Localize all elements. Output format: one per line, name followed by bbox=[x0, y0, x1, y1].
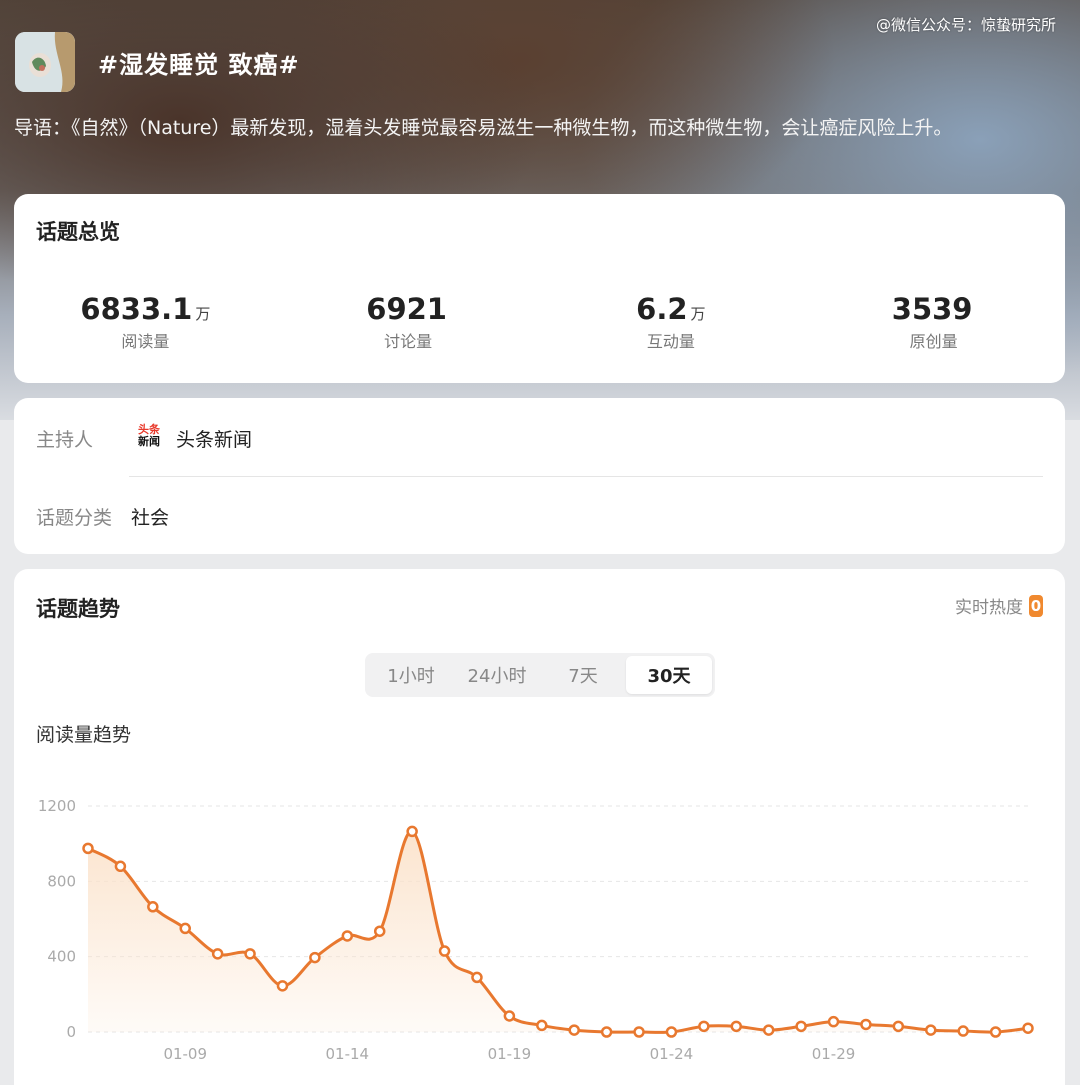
overview-card: 话题总览 6833.1 万 阅读量 6921 讨论量 6.2 万 互动量 3539 … bbox=[14, 194, 1065, 383]
data-point bbox=[471, 971, 483, 984]
data-point bbox=[373, 925, 386, 937]
tab-24h[interactable]: 24小时 bbox=[454, 656, 540, 694]
trend-card: 话题趋势 实时热度 0 1小时 24小时 7天 30天 阅读量趋势 0 400 80… bbox=[14, 569, 1065, 1085]
x-tick-label: 01-19 bbox=[488, 1045, 532, 1063]
data-point bbox=[957, 1025, 969, 1037]
overview-title: 话题总览 bbox=[36, 220, 120, 244]
time-range-tabs: 1小时 24小时 7天 30天 bbox=[365, 653, 715, 697]
stat-label: 讨论量 bbox=[384, 332, 433, 351]
tab-1h[interactable]: 1小时 bbox=[368, 656, 454, 694]
data-point bbox=[276, 980, 289, 992]
read-trend-chart: 0 400 800 1200 01-09 01-14 01-19 01-24 01-29 bbox=[38, 797, 1034, 1063]
stat-reads: 6833.1 万 阅读量 bbox=[14, 292, 277, 352]
x-tick-label: 01-29 bbox=[812, 1045, 856, 1063]
stat-label: 互动量 bbox=[646, 332, 695, 351]
stat-value: 3539 bbox=[891, 292, 973, 326]
data-point bbox=[795, 1020, 807, 1033]
data-point bbox=[211, 948, 224, 960]
tab-30d[interactable]: 30天 bbox=[626, 656, 712, 694]
host-logo-line2: 新闻 bbox=[138, 435, 160, 448]
stats-row: 6833.1 万 阅读量 6921 讨论量 6.2 万 互动量 3539 原创量 bbox=[14, 292, 1065, 352]
y-tick-label: 0 bbox=[66, 1023, 76, 1041]
category-label: 话题分类 bbox=[36, 507, 113, 529]
realtime-heat: 实时热度 0 bbox=[955, 593, 1043, 618]
stat-value: 6921 bbox=[366, 292, 447, 326]
x-tick-label: 01-14 bbox=[326, 1045, 370, 1063]
realtime-badge: 0 bbox=[1029, 594, 1043, 617]
y-tick-label: 1200 bbox=[38, 797, 76, 815]
stat-value: 6833.1 bbox=[80, 292, 193, 326]
data-point bbox=[114, 860, 127, 873]
stat-unit: 万 bbox=[195, 305, 211, 323]
data-point bbox=[503, 1010, 516, 1022]
data-point bbox=[568, 1024, 580, 1036]
chart-title: 阅读量趋势 bbox=[36, 724, 132, 746]
host-logo[interactable]: 头条 新闻 bbox=[133, 420, 165, 452]
data-point bbox=[341, 930, 354, 942]
topic-title: #湿发睡觉 致癌# bbox=[98, 50, 300, 79]
tab-7d[interactable]: 7天 bbox=[540, 656, 626, 694]
trend-title: 话题趋势 bbox=[36, 597, 120, 621]
stat-value: 6.2 bbox=[636, 292, 688, 326]
data-point bbox=[698, 1020, 710, 1033]
data-point bbox=[860, 1018, 872, 1031]
host-label: 主持人 bbox=[36, 429, 94, 451]
y-tick-label: 800 bbox=[47, 872, 76, 890]
category-value: 社会 bbox=[131, 507, 170, 529]
info-card: 主持人 头条 新闻 头条新闻 话题分类 社会 bbox=[14, 398, 1065, 554]
data-point bbox=[989, 1026, 1002, 1038]
stat-discussions: 6921 讨论量 bbox=[277, 292, 540, 352]
data-point bbox=[309, 951, 321, 964]
data-point bbox=[438, 945, 451, 957]
data-point bbox=[147, 901, 159, 913]
stat-interactions: 6.2 万 互动量 bbox=[540, 292, 803, 352]
data-point bbox=[665, 1026, 678, 1038]
data-point bbox=[762, 1024, 775, 1036]
realtime-label: 实时热度 bbox=[955, 598, 1023, 618]
topic-header: #湿发睡觉 致癌# bbox=[15, 32, 300, 92]
series-area bbox=[88, 831, 1028, 1033]
stat-originals: 3539 原创量 bbox=[802, 292, 1065, 352]
data-point bbox=[827, 1015, 840, 1028]
data-point bbox=[925, 1024, 937, 1036]
data-point bbox=[82, 842, 94, 855]
data-point bbox=[536, 1019, 548, 1032]
data-point bbox=[600, 1026, 613, 1038]
data-point bbox=[1022, 1022, 1034, 1034]
stat-label: 原创量 bbox=[909, 332, 958, 351]
x-tick-label: 01-24 bbox=[650, 1045, 694, 1063]
watermark: @微信公众号：惊蛰研究所 bbox=[875, 16, 1056, 34]
data-point bbox=[244, 948, 256, 960]
data-point bbox=[406, 825, 418, 838]
divider bbox=[129, 476, 1043, 477]
topic-avatar bbox=[15, 32, 75, 92]
data-point bbox=[892, 1020, 905, 1033]
data-point bbox=[633, 1026, 645, 1038]
x-tick-label: 01-09 bbox=[163, 1045, 207, 1063]
topic-intro: 导语：《自然》（Nature）最新发现，湿着头发睡觉最容易滋生一种微生物，而这种… bbox=[14, 117, 953, 139]
host-name[interactable]: 头条新闻 bbox=[176, 425, 252, 452]
stat-unit: 万 bbox=[690, 305, 706, 323]
data-point bbox=[179, 922, 191, 935]
stat-label: 阅读量 bbox=[121, 332, 170, 351]
data-point bbox=[730, 1020, 743, 1033]
y-tick-label: 400 bbox=[47, 948, 76, 966]
